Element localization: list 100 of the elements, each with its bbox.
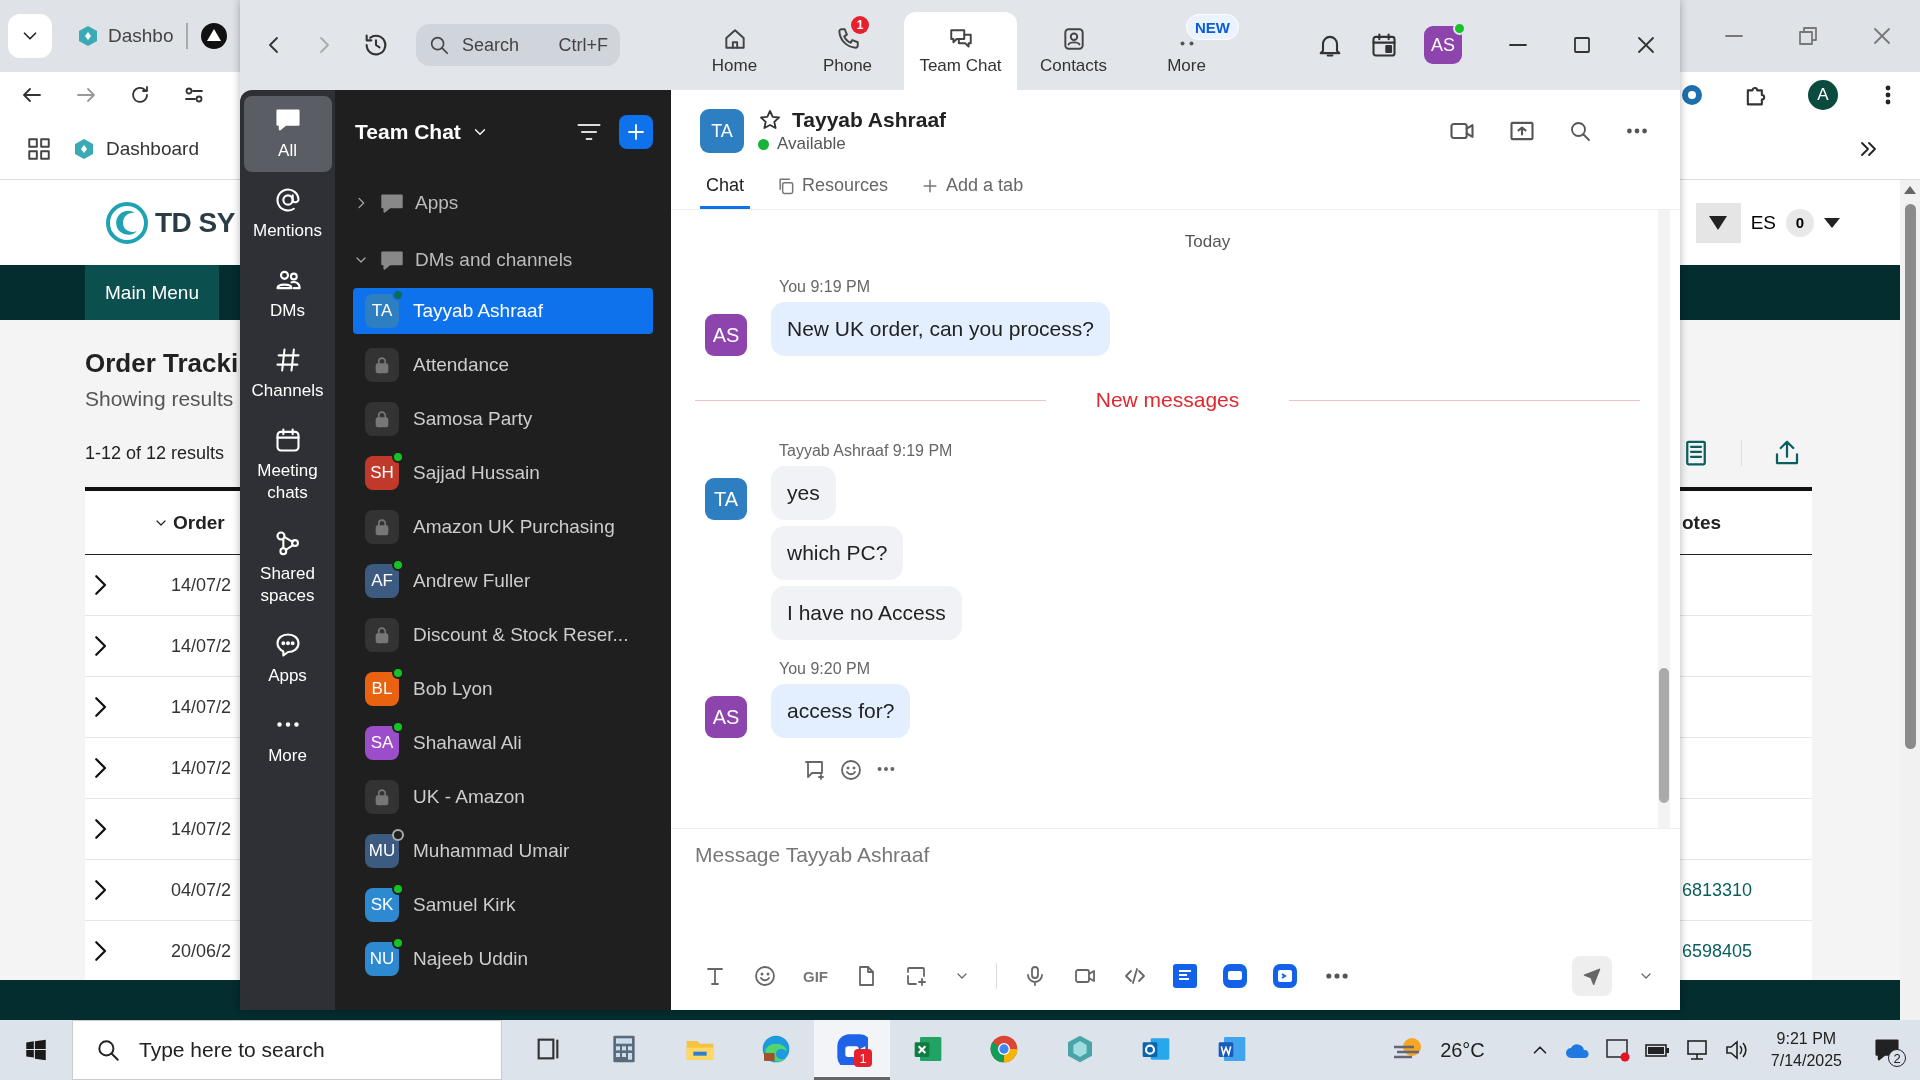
cloud-icon[interactable] — [1564, 1041, 1591, 1059]
chat-list-item[interactable]: TA Tayyab Ashraaf — [353, 288, 653, 334]
clock-date[interactable]: 7/14/2025 — [1770, 1050, 1842, 1073]
new-messages-divider: New messages — [1095, 388, 1240, 412]
app-icon[interactable] — [1173, 964, 1197, 988]
rail-item[interactable]: Apps — [243, 620, 332, 697]
rail-item[interactable]: All — [243, 96, 332, 173]
tab-title[interactable]: Dashbo — [108, 25, 174, 47]
scroll-up-icon[interactable] — [1904, 186, 1916, 194]
rail-item[interactable]: DMs — [243, 256, 332, 333]
status-dot — [758, 138, 769, 150]
search-field[interactable]: Search — [460, 33, 540, 57]
nav-item[interactable]: Main Menu — [85, 265, 219, 320]
chat-list-item[interactable]: UK - Amazon — [353, 774, 653, 820]
chat-list-item[interactable]: AF Andrew Fuller — [353, 558, 653, 604]
column-header: otes — [1682, 511, 1723, 534]
windows-start-icon[interactable] — [23, 1037, 49, 1063]
nav-tab[interactable]: NEW More — [1130, 12, 1243, 90]
search-icon[interactable] — [95, 1037, 121, 1063]
chat-list-item[interactable]: SK Samuel Kirk — [353, 882, 653, 928]
count-badge: 0 — [1786, 208, 1814, 237]
star-icon[interactable] — [758, 108, 782, 132]
apps-grid-icon[interactable] — [26, 135, 52, 162]
section-header[interactable]: Apps — [353, 174, 653, 231]
scrollbar[interactable] — [1900, 180, 1920, 1020]
nav-tab[interactable]: Contacts — [1017, 12, 1130, 90]
shortcut-hint: Ctrl+F — [558, 34, 608, 56]
chat-list-item[interactable]: SA Shahawal Ali — [353, 720, 653, 766]
new-chat-button[interactable] — [619, 115, 653, 149]
rail-item[interactable]: Mentions — [243, 176, 332, 253]
chat-list-item[interactable]: NU Najeeb Uddin — [353, 936, 653, 982]
section-header[interactable]: DMs and channels — [353, 231, 653, 288]
status-dot — [1453, 22, 1466, 35]
clock-time[interactable]: 9:21 PM — [1776, 1027, 1837, 1050]
notification-button[interactable]: 2 — [1870, 1033, 1904, 1067]
sync-icon[interactable] — [1604, 1038, 1631, 1062]
scrollbar[interactable] — [1658, 210, 1670, 828]
nav-tab[interactable]: Team Chat — [904, 12, 1017, 90]
gif-button[interactable]: GIF — [803, 967, 828, 985]
rail-item[interactable]: Shared spaces — [243, 518, 332, 617]
rail-item[interactable]: Channels — [243, 336, 332, 413]
restore-icon[interactable] — [1796, 24, 1820, 48]
search-icon[interactable] — [1568, 119, 1592, 143]
logo-icon — [105, 200, 149, 245]
more-icon — [1179, 41, 1194, 46]
panel-title-dropdown[interactable]: Team Chat — [355, 120, 489, 144]
column-header: Order — [173, 511, 225, 534]
message-bubble: access for? — [771, 684, 911, 738]
extension-icon[interactable] — [1680, 83, 1704, 107]
table-cell: 20/06/2 — [171, 940, 232, 962]
chat-list-item[interactable]: MU Muhammad Umair — [353, 828, 653, 874]
chat-tab[interactable]: Resources — [770, 169, 895, 209]
table-cell: 14/07/2 — [171, 635, 232, 657]
count-badge: 1 — [851, 16, 869, 34]
chat-list-item[interactable]: SH Sajjad Hussain — [353, 450, 653, 496]
at-sign-icon — [273, 186, 302, 215]
search-box[interactable]: Search Ctrl+F — [416, 24, 620, 66]
message-bubble: yes — [771, 466, 836, 520]
site-icon[interactable] — [199, 22, 228, 50]
app-icon[interactable] — [1223, 964, 1247, 988]
page-title: Order Tracki — [85, 348, 239, 379]
volume-icon[interactable] — [1724, 1039, 1749, 1061]
user-avatar[interactable]: AS — [1424, 26, 1462, 64]
calendar-icon[interactable] — [1370, 31, 1398, 59]
app-icon[interactable] — [1273, 964, 1297, 988]
rail-item[interactable]: More — [243, 700, 332, 777]
avatar[interactable]: AS — [705, 696, 747, 738]
page-subtitle: Showing results — [85, 387, 234, 411]
hash-icon — [273, 346, 302, 375]
search-icon[interactable] — [428, 34, 450, 56]
language-label[interactable]: ES — [1750, 211, 1776, 234]
screenshot-icon[interactable] — [904, 964, 928, 988]
avatar[interactable]: AS — [705, 314, 747, 356]
avatar[interactable]: TA — [705, 478, 747, 520]
new-badge: NEW — [1186, 14, 1239, 40]
chat-list-item[interactable]: Samosa Party — [353, 396, 653, 442]
bookmark-link[interactable]: Dashboard — [106, 137, 199, 160]
chat-list-item[interactable]: Attendance — [353, 342, 653, 388]
dropdown-button[interactable] — [1695, 202, 1741, 243]
table-cell: 14/07/2 — [171, 574, 232, 596]
chat-tab[interactable]: Chat — [700, 169, 751, 209]
rail-item[interactable]: Meeting chats — [243, 416, 332, 515]
profile-avatar[interactable]: A — [1808, 80, 1838, 110]
chat-list-item[interactable]: Discount & Stock Reser... — [353, 612, 653, 658]
send-button[interactable] — [1572, 956, 1612, 996]
taskbar-search-box[interactable]: Type here to search — [72, 1020, 502, 1080]
table-cell: 04/07/2 — [171, 879, 232, 901]
chat-list-item[interactable]: BL Bob Lyon — [353, 666, 653, 712]
battery-icon[interactable] — [1644, 1041, 1671, 1059]
nav-tab[interactable]: 1 Phone — [791, 12, 904, 90]
chat-list-item[interactable]: Amazon UK Purchasing — [353, 504, 653, 550]
avatar[interactable]: TA — [700, 109, 744, 153]
emoji-icon[interactable] — [753, 964, 777, 988]
reply-icon[interactable] — [803, 758, 827, 782]
caret-icon[interactable] — [1824, 217, 1840, 228]
chat-tab[interactable]: Add a tab — [914, 169, 1030, 209]
table-cell: 6598405 — [1682, 940, 1753, 962]
nav-tab[interactable]: Home — [678, 12, 791, 90]
temperature[interactable]: 26°C — [1440, 1038, 1485, 1062]
add-reaction-icon[interactable] — [839, 758, 863, 782]
